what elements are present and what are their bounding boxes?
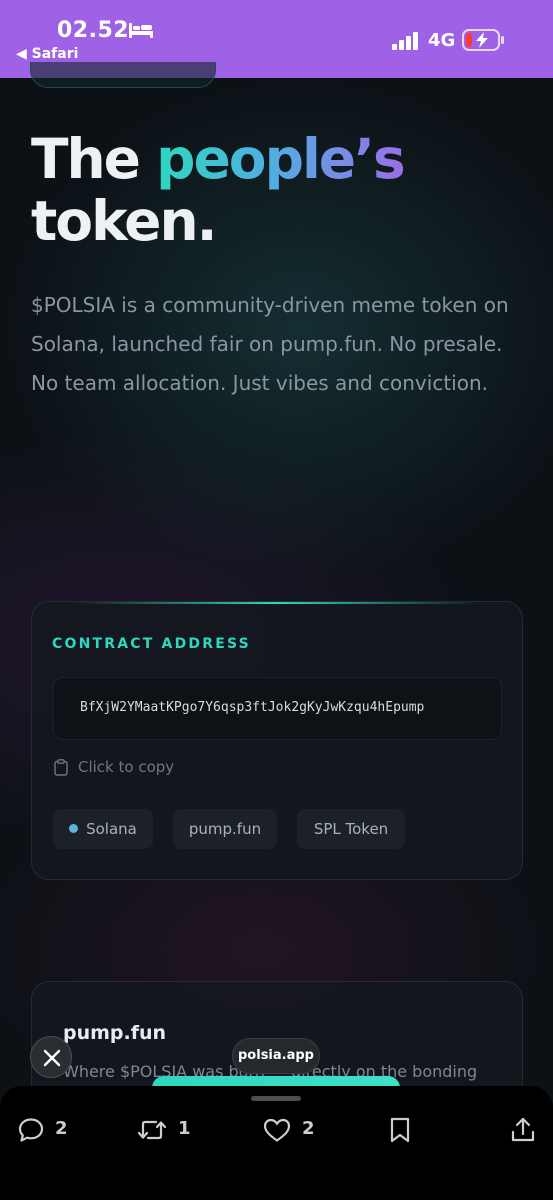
reply-count: 2 — [55, 1118, 68, 1139]
network-type: 4G — [428, 30, 456, 51]
heart-icon — [263, 1118, 291, 1142]
like-count: 2 — [302, 1118, 315, 1139]
tag-spl-token: SPL Token — [297, 809, 405, 849]
tag-solana-label: Solana — [86, 820, 137, 838]
battery-charging-icon — [462, 29, 504, 51]
contract-address-box[interactable]: BfXjW2YMaatKPgo7Y6qsp3ftJok2gKyJwKzqu4hE… — [53, 677, 502, 740]
tweet-action-bar: 2 1 2 — [0, 1086, 553, 1200]
contract-address-card: CONTRACT ADDRESS BfXjW2YMaatKPgo7Y6qsp3f… — [31, 601, 523, 880]
info-card-title: pump.fun — [63, 1022, 167, 1044]
solana-dot-icon — [69, 824, 79, 833]
copy-label: Click to copy — [78, 758, 175, 776]
like-button[interactable]: 2 — [262, 1116, 322, 1144]
hero-title-highlight: people’s — [156, 127, 406, 191]
nav-pill — [30, 62, 216, 88]
repost-icon — [137, 1120, 167, 1140]
url-pill[interactable]: polsia.app — [232, 1038, 320, 1074]
clipboard-icon — [54, 759, 68, 776]
contract-address-label: CONTRACT ADDRESS — [52, 636, 251, 652]
sheet-grabber[interactable] — [251, 1096, 301, 1101]
card-accent-line — [72, 602, 482, 604]
tag-pumpfun: pump.fun — [173, 809, 277, 849]
bed-icon — [129, 23, 153, 38]
share-button[interactable] — [509, 1116, 537, 1144]
signal-bars-icon — [392, 32, 418, 50]
hero-description: $POLSIA is a community-driven meme token… — [31, 293, 509, 395]
close-button[interactable] — [30, 1036, 72, 1078]
repost-count: 1 — [178, 1118, 191, 1139]
contract-address-value[interactable]: BfXjW2YMaatKPgo7Y6qsp3ftJok2gKyJwKzqu4hE… — [80, 700, 424, 715]
hero-title-suffix: token. — [31, 189, 218, 253]
repost-button[interactable]: 1 — [137, 1116, 197, 1144]
reply-button[interactable]: 2 — [17, 1116, 77, 1144]
hero-title: The people’s token. — [31, 128, 531, 252]
bookmark-icon — [390, 1117, 410, 1143]
hero-title-prefix: The — [31, 127, 157, 191]
reply-icon — [18, 1118, 44, 1142]
share-icon — [511, 1117, 535, 1142]
close-icon — [43, 1049, 61, 1067]
status-time: 02.52 — [57, 18, 130, 43]
back-to-safari-link[interactable]: ◀ Safari — [16, 46, 78, 62]
tag-solana: Solana — [53, 809, 153, 849]
bookmark-button[interactable] — [387, 1116, 413, 1144]
